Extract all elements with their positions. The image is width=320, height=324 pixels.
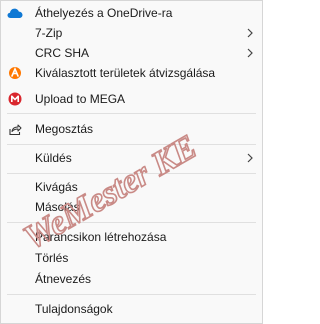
menu-separator (7, 113, 256, 114)
menu-item-delete[interactable]: Törlés (1, 248, 262, 268)
menu-item-properties[interactable]: Tulajdonságok (1, 299, 262, 319)
menu-separator (7, 144, 256, 145)
menu-item-label: Kivágás (35, 180, 78, 194)
menu-item-move-to-onedrive[interactable]: Áthelyezés a OneDrive-ra (1, 3, 262, 23)
menu-item-avast-scan[interactable]: Kiválasztott területek átvizsgálása (1, 63, 262, 83)
avast-icon (7, 65, 23, 81)
menu-item-send-to[interactable]: Küldés (1, 148, 262, 168)
menu-item-label: Upload to MEGA (35, 92, 126, 106)
menu-item-label: Tulajdonságok (35, 302, 113, 316)
menu-item-crc-sha[interactable]: CRC SHA (1, 43, 262, 63)
menu-item-label: CRC SHA (35, 46, 90, 60)
menu-item-label: Küldés (35, 151, 72, 165)
menu-item-share[interactable]: Megosztás (1, 119, 262, 139)
menu-item-rename[interactable]: Átnevezés (1, 269, 262, 289)
menu-item-label: Parancsikon létrehozása (35, 230, 167, 244)
chevron-right-icon (245, 25, 255, 41)
menu-item-7zip[interactable]: 7-Zip (1, 23, 262, 43)
context-menu: Áthelyezés a OneDrive-ra 7-Zip CRC SHA K… (0, 0, 263, 324)
onedrive-cloud-icon (7, 5, 23, 21)
menu-item-copy[interactable]: Másolás (1, 197, 262, 217)
menu-item-label: 7-Zip (35, 26, 63, 40)
menu-item-label: Másolás (35, 200, 80, 214)
menu-item-create-shortcut[interactable]: Parancsikon létrehozása (1, 227, 262, 247)
menu-item-label: Megosztás (35, 122, 94, 136)
menu-item-label: Áthelyezés a OneDrive-ra (35, 6, 173, 20)
mega-icon (7, 91, 23, 107)
menu-separator (7, 294, 256, 295)
menu-item-label: Átnevezés (35, 272, 92, 286)
menu-item-label: Törlés (35, 251, 69, 265)
menu-item-upload-to-mega[interactable]: Upload to MEGA (1, 89, 262, 109)
menu-item-label: Kiválasztott területek átvizsgálása (35, 66, 216, 80)
chevron-right-icon (245, 45, 255, 61)
menu-separator (7, 173, 256, 174)
chevron-right-icon (245, 150, 255, 166)
share-icon (7, 121, 23, 137)
menu-separator (7, 222, 256, 223)
menu-item-cut[interactable]: Kivágás (1, 177, 262, 197)
